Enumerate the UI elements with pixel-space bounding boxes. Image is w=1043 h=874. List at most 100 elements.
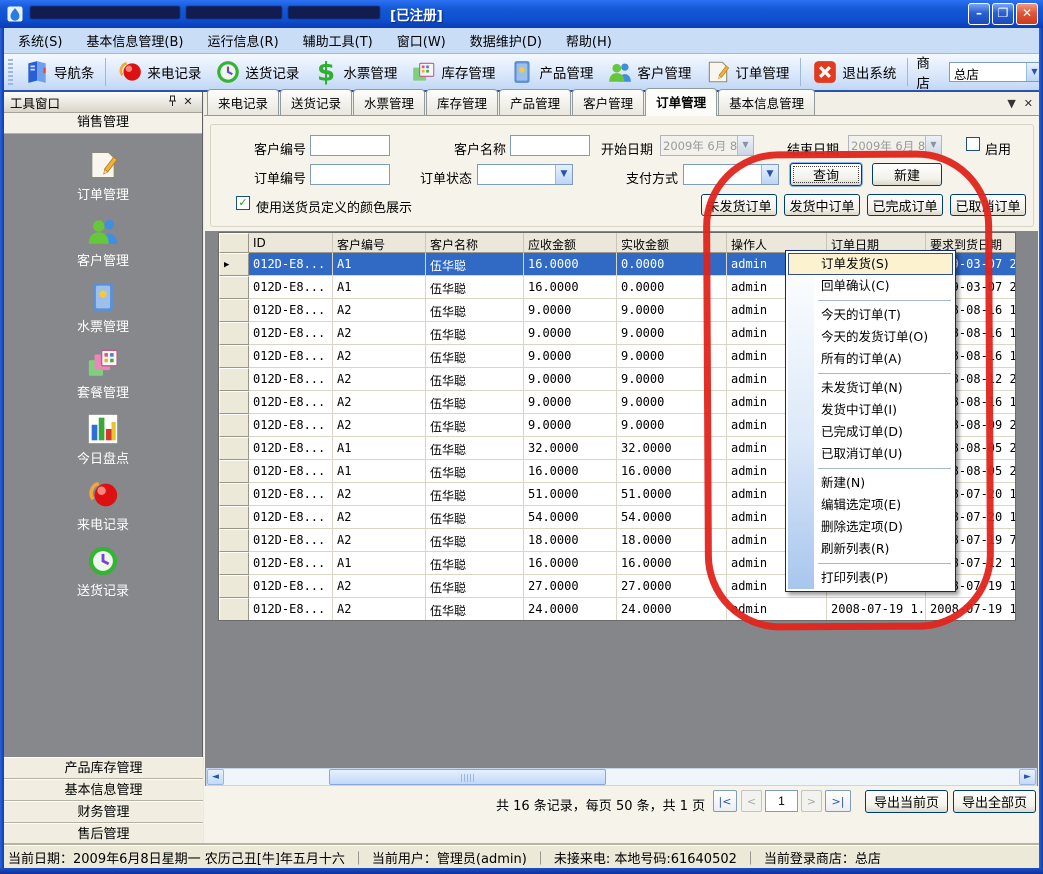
row-selector[interactable] <box>219 368 249 391</box>
row-selector[interactable] <box>219 483 249 506</box>
cell-received[interactable]: 18.0000 <box>617 529 727 552</box>
toolbar-water-ticket-button[interactable]: $ 水票管理 <box>306 56 404 88</box>
toolbar-order-button[interactable]: 订单管理 <box>698 56 796 88</box>
new-button[interactable]: 新建 <box>872 163 942 186</box>
shop-select[interactable]: 总店 ▼ <box>949 62 1043 82</box>
cell-customer-name[interactable]: 伍华聪 <box>426 368 524 391</box>
column-header-receivable[interactable]: 应收金额 <box>524 233 617 253</box>
context-menu-item[interactable]: 刷新列表(R) <box>788 538 953 560</box>
cell-customer-no[interactable]: A2 <box>333 575 426 598</box>
toolbar-delivery-log-button[interactable]: 送货记录 <box>208 56 306 88</box>
export-all-pages-button[interactable]: 导出全部页 <box>953 790 1036 813</box>
close-icon[interactable]: ✕ <box>180 95 196 110</box>
cell-received[interactable]: 51.0000 <box>617 483 727 506</box>
column-header-received[interactable]: 实收金额 <box>617 233 727 253</box>
cell-receivable[interactable]: 9.0000 <box>524 299 617 322</box>
tab[interactable]: 水票管理 <box>353 89 425 115</box>
cell-customer-name[interactable]: 伍华聪 <box>426 598 524 621</box>
row-selector[interactable] <box>219 414 249 437</box>
row-selector[interactable] <box>219 506 249 529</box>
row-selector[interactable] <box>219 552 249 575</box>
cell-customer-name[interactable]: 伍华聪 <box>426 299 524 322</box>
last-page-button[interactable]: >| <box>825 790 851 812</box>
row-selector[interactable] <box>219 529 249 552</box>
driver-color-checkbox[interactable]: ✓ <box>236 196 250 210</box>
cell-receivable[interactable]: 27.0000 <box>524 575 617 598</box>
query-button[interactable]: 查询 <box>790 163 862 186</box>
cell-id[interactable]: 012D-E8... <box>249 529 333 552</box>
context-menu-item[interactable]: 删除选定项(D) <box>788 516 953 538</box>
enable-checkbox[interactable] <box>966 137 980 151</box>
context-menu-item[interactable]: 订单发货(S) <box>788 253 953 275</box>
row-selector-header[interactable] <box>219 233 249 253</box>
cell-received[interactable]: 9.0000 <box>617 414 727 437</box>
cell-customer-name[interactable]: 伍华聪 <box>426 460 524 483</box>
context-menu-item[interactable]: 今天的发货订单(O) <box>788 326 953 348</box>
sidebar-item-delivery-log[interactable]: 送货记录 <box>28 544 178 599</box>
cell-received[interactable]: 16.0000 <box>617 460 727 483</box>
menu-item[interactable]: 数据维护(D) <box>460 28 552 53</box>
menu-item[interactable]: 窗口(W) <box>387 28 456 53</box>
horizontal-scrollbar[interactable]: ◄ ► <box>206 768 1037 786</box>
cell-receivable[interactable]: 18.0000 <box>524 529 617 552</box>
column-header-customer-name[interactable]: 客户名称 <box>426 233 524 253</box>
menu-item[interactable]: 系统(S) <box>8 28 72 53</box>
context-menu-item[interactable]: 已完成订单(D) <box>788 421 953 443</box>
cell-received[interactable]: 0.0000 <box>617 253 727 276</box>
cell-customer-no[interactable]: A1 <box>333 437 426 460</box>
cell-receivable[interactable]: 9.0000 <box>524 322 617 345</box>
sidebar-section-button[interactable]: 财务管理 <box>4 801 203 823</box>
chevron-down-icon[interactable]: ▼ <box>555 165 572 184</box>
cell-customer-no[interactable]: A2 <box>333 391 426 414</box>
context-menu-item[interactable]: 回单确认(C) <box>788 275 953 297</box>
cell-customer-name[interactable]: 伍华聪 <box>426 575 524 598</box>
context-menu-item[interactable]: 编辑选定项(E) <box>788 494 953 516</box>
cell-received[interactable]: 54.0000 <box>617 506 727 529</box>
toolbar-grip[interactable] <box>8 59 13 85</box>
cell-customer-name[interactable]: 伍华聪 <box>426 506 524 529</box>
cell-customer-no[interactable]: A2 <box>333 598 426 621</box>
context-menu-item[interactable]: 打印列表(P) <box>788 567 953 589</box>
chevron-down-icon[interactable]: ▼ <box>737 136 753 155</box>
cell-receivable[interactable]: 32.0000 <box>524 437 617 460</box>
customer-name-input[interactable] <box>510 135 590 156</box>
cell-received[interactable]: 9.0000 <box>617 368 727 391</box>
customer-no-input[interactable] <box>310 135 390 156</box>
cell-received[interactable]: 16.0000 <box>617 552 727 575</box>
cell-id[interactable]: 012D-E8... <box>249 368 333 391</box>
maximize-button[interactable]: ❐ <box>992 3 1014 25</box>
page-number-input[interactable] <box>765 790 798 812</box>
cell-id[interactable]: 012D-E8... <box>249 460 333 483</box>
toolbar-call-log-button[interactable]: 来电记录 <box>110 56 208 88</box>
cell-receivable[interactable]: 9.0000 <box>524 345 617 368</box>
cell-id[interactable]: 012D-E8... <box>249 253 333 276</box>
cell-id[interactable]: 012D-E8... <box>249 299 333 322</box>
sidebar-item-order[interactable]: 订单管理 <box>28 148 178 203</box>
cell-received[interactable]: 24.0000 <box>617 598 727 621</box>
cell-customer-name[interactable]: 伍华聪 <box>426 276 524 299</box>
row-selector[interactable] <box>219 460 249 483</box>
cell-receivable[interactable]: 16.0000 <box>524 253 617 276</box>
prev-page-button[interactable]: < <box>741 790 762 812</box>
cell-customer-no[interactable]: A1 <box>333 276 426 299</box>
row-selector[interactable] <box>219 391 249 414</box>
column-header-id[interactable]: ID <box>249 233 333 253</box>
cell-customer-name[interactable]: 伍华聪 <box>426 322 524 345</box>
cell-customer-name[interactable]: 伍华聪 <box>426 552 524 575</box>
sidebar-item-combo[interactable]: 套餐管理 <box>28 346 178 401</box>
cell-receivable[interactable]: 16.0000 <box>524 276 617 299</box>
cell-customer-name[interactable]: 伍华聪 <box>426 253 524 276</box>
cell-customer-no[interactable]: A2 <box>333 529 426 552</box>
status-filter-button[interactable]: 已取消订单 <box>950 194 1026 216</box>
row-selector[interactable] <box>219 598 249 621</box>
cell-customer-no[interactable]: A2 <box>333 322 426 345</box>
context-menu-item[interactable]: 未发货订单(N) <box>788 377 953 399</box>
cell-id[interactable]: 012D-E8... <box>249 276 333 299</box>
status-filter-button[interactable]: 未发货订单 <box>701 194 777 216</box>
pin-icon[interactable] <box>164 95 180 110</box>
row-selector[interactable] <box>219 345 249 368</box>
cell-received[interactable]: 9.0000 <box>617 345 727 368</box>
context-menu-item[interactable] <box>788 370 953 377</box>
cell-customer-no[interactable]: A2 <box>333 483 426 506</box>
cell-receivable[interactable]: 9.0000 <box>524 391 617 414</box>
